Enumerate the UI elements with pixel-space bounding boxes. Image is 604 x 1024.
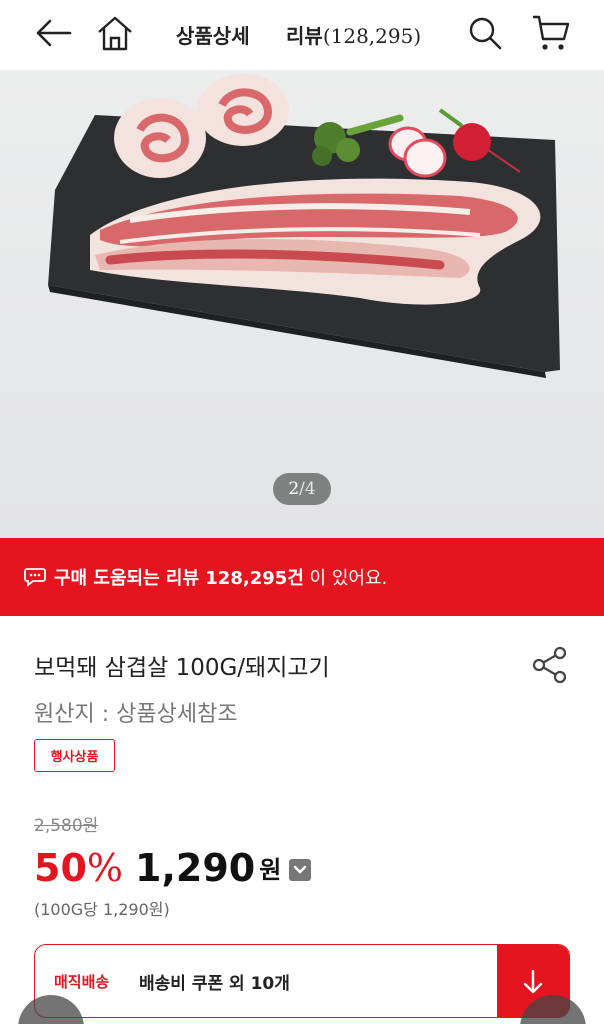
delivery-coupon-box[interactable]: 매직배송 배송비 쿠폰 외 10개 xyxy=(34,944,570,1018)
delivery-coupon-text: 배송비 쿠폰 외 10개 xyxy=(139,974,290,994)
price-row: 50% 1,290 원 xyxy=(34,838,312,890)
original-price: 2,580원 xyxy=(34,816,99,836)
product-image-gallery[interactable]: 2/4 xyxy=(0,70,604,538)
tab-reviews[interactable]: 리뷰(128,295) xyxy=(286,20,421,49)
review-banner-suffix: 이 있어요. xyxy=(303,568,388,589)
current-page: 2 xyxy=(288,479,300,499)
home-icon xyxy=(98,16,132,51)
discount-percent-sign: % xyxy=(86,846,123,890)
sale-price: 1,290 xyxy=(135,846,256,890)
tab-product-detail[interactable]: 상품상세 xyxy=(176,20,250,49)
search-button[interactable] xyxy=(460,8,510,58)
discount-number: 50 xyxy=(34,846,87,890)
arrow-down-icon xyxy=(523,969,543,994)
magic-delivery-label: 매직배송 xyxy=(54,973,110,991)
discount-rate: 50% xyxy=(34,846,123,890)
promotion-badge: 행사상품 xyxy=(34,739,115,772)
chevron-down-icon xyxy=(294,865,307,874)
product-photo-pork-belly xyxy=(0,70,604,538)
tab-review-count: (128,295) xyxy=(322,24,422,48)
cart-icon xyxy=(533,15,570,50)
cart-button[interactable] xyxy=(526,8,576,58)
image-page-indicator: 2/4 xyxy=(273,473,331,505)
share-button[interactable] xyxy=(530,645,570,685)
review-banner-strong: 구매 도움되는 리뷰 128,295건 xyxy=(54,568,304,589)
share-icon xyxy=(532,646,567,684)
review-highlight-banner[interactable]: 구매 도움되는 리뷰 128,295건 이 있어요. xyxy=(0,538,604,616)
tab-review-label: 리뷰 xyxy=(286,24,323,48)
home-button[interactable] xyxy=(90,8,140,58)
chat-bubble-icon xyxy=(24,568,46,587)
back-button[interactable] xyxy=(28,8,78,58)
unit-price: (100G당 1,290원) xyxy=(34,900,170,919)
search-icon xyxy=(469,17,502,50)
country-of-origin: 원산지 : 상품상세참조 xyxy=(34,702,238,727)
product-title: 보먹돼 삼겹살 100G/돼지고기 xyxy=(34,655,330,681)
currency-unit: 원 xyxy=(259,856,282,884)
total-pages: /4 xyxy=(299,479,316,499)
back-arrow-icon xyxy=(36,19,72,47)
price-details-toggle[interactable] xyxy=(289,859,312,881)
top-navigation-bar: 상품상세 리뷰(128,295) xyxy=(0,0,604,70)
